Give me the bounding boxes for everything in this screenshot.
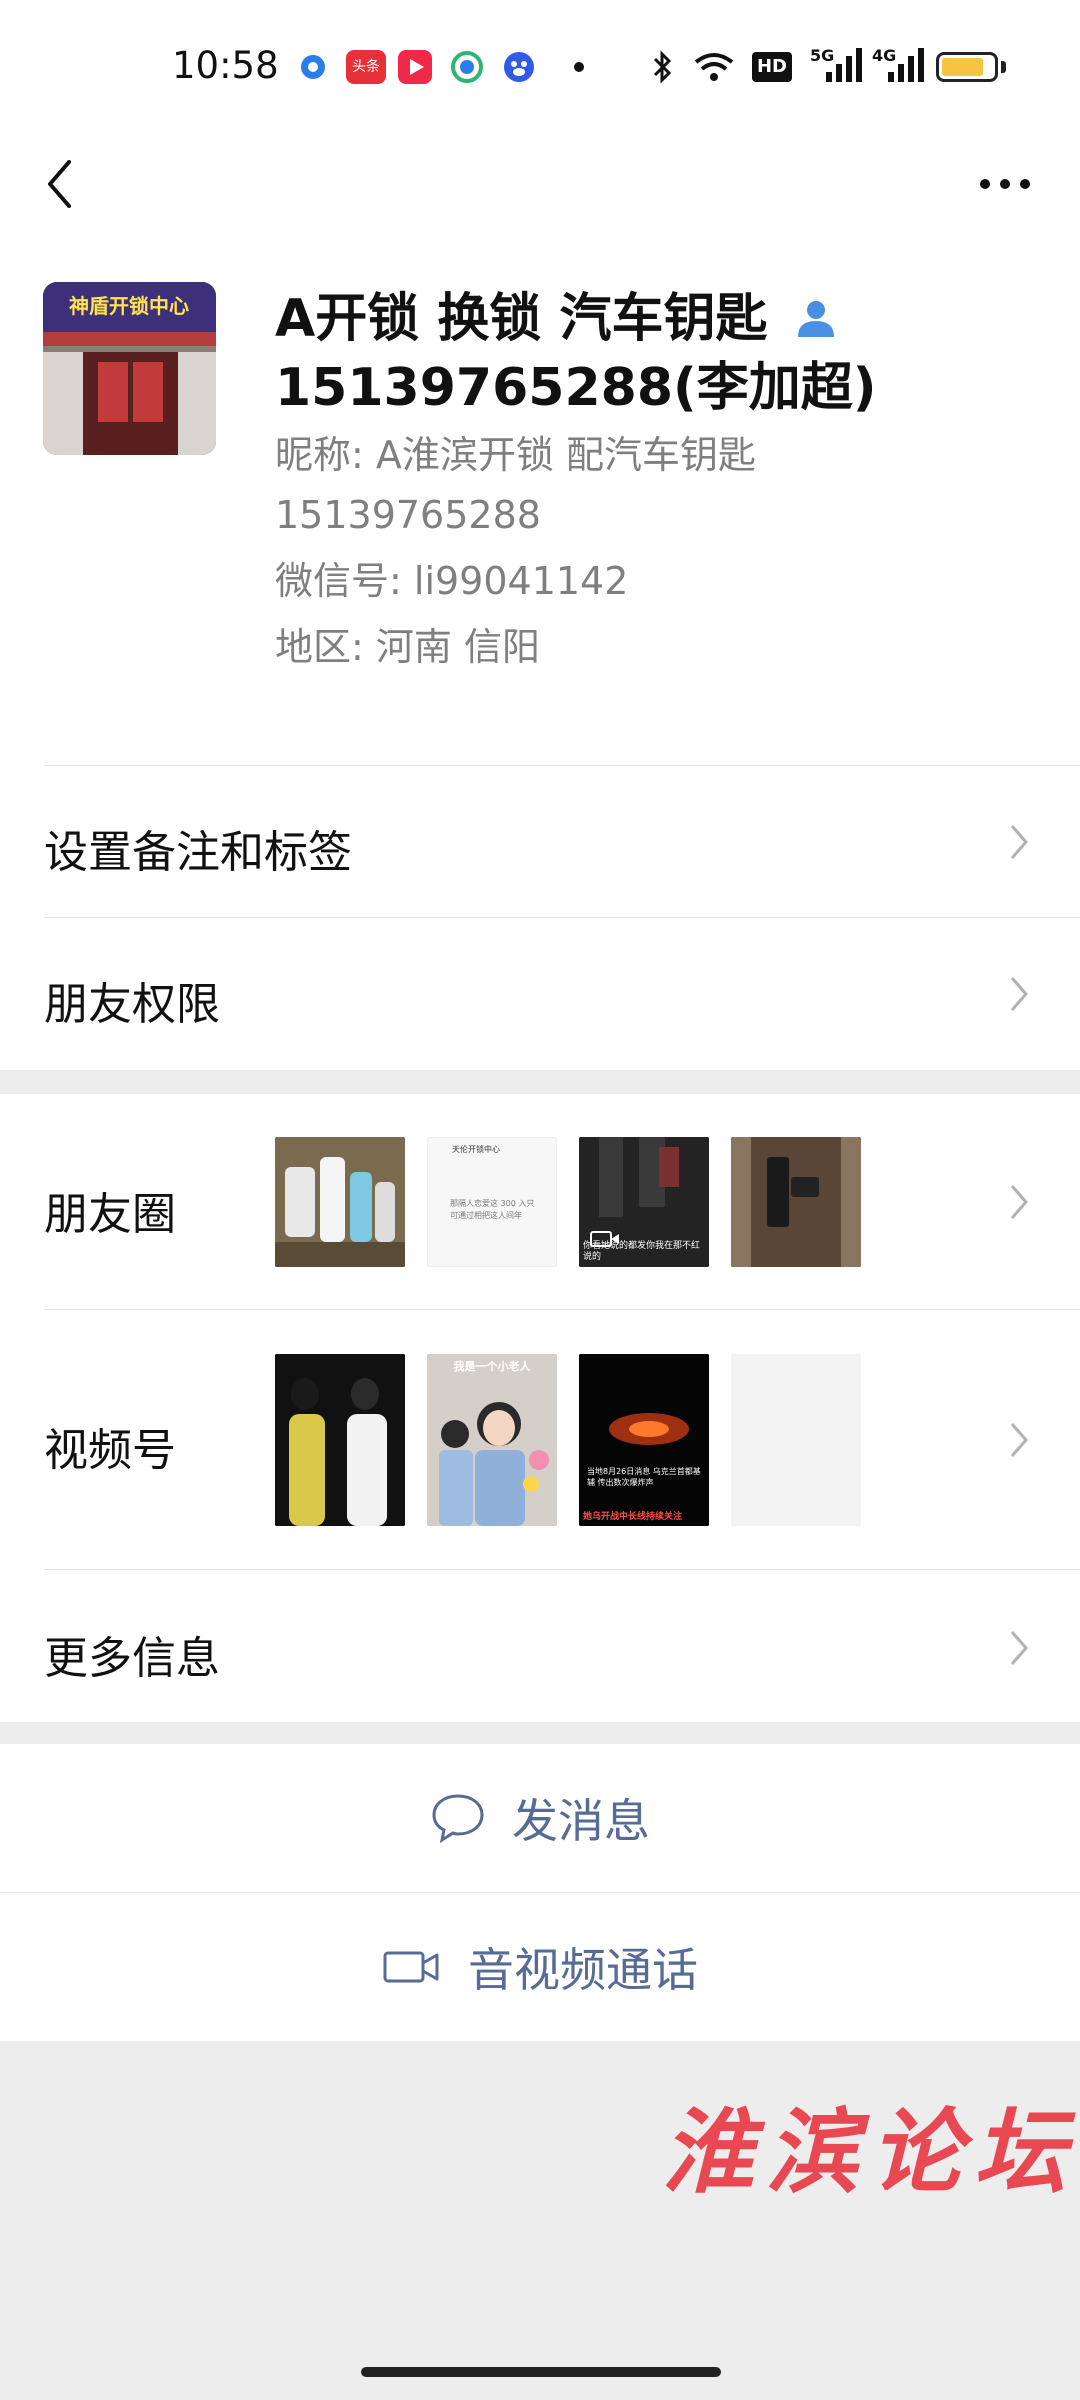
more-dots-icon <box>980 179 1030 189</box>
watermark: 淮滨论坛 <box>662 2098 1079 2206</box>
thumb-caption: 我是一个小老人 <box>453 1360 531 1373</box>
video-app-icon <box>398 50 432 84</box>
remark-tags-label: 设置备注和标签 <box>44 827 352 878</box>
chevron-right-icon <box>1010 977 1028 1011</box>
channels-thumb <box>275 1354 405 1526</box>
moments-thumb: 天伦开锁中心 那隔人恋爱这 300 入只可通过相把这人间年 <box>427 1137 557 1267</box>
friend-permissions-label: 朋友权限 <box>44 979 220 1030</box>
moments-row[interactable]: 朋友圈 天伦开锁中心 那隔人恋爱这 300 入只可通过相把这人间年 你看她说的都… <box>0 1094 1080 1310</box>
moments-thumb <box>275 1137 405 1267</box>
region: 地区: 河南 信阳 <box>275 625 540 669</box>
chevron-right-icon <box>1010 1185 1028 1219</box>
signal-4g-icon: 4G <box>872 46 926 88</box>
thumb-caption: 你看她说的都发你我在那不红说的 <box>583 1241 701 1262</box>
avatar-sign-text: 神盾开锁中心 <box>69 294 189 318</box>
chevron-left-icon <box>48 160 71 208</box>
display-name-line2: 15139765288(李加超) <box>275 358 877 418</box>
bluetooth-icon <box>650 50 674 88</box>
baidu-icon <box>502 50 536 84</box>
header <box>0 136 1080 256</box>
send-message-button[interactable]: 发消息 <box>0 1744 1080 1892</box>
channels-thumb: 我是一个小老人 <box>427 1354 557 1526</box>
video-call-button[interactable]: 音视频通话 <box>0 1893 1080 2041</box>
send-message-label: 发消息 <box>512 1794 650 1848</box>
friend-permissions-row[interactable]: 朋友权限 <box>0 918 1080 1070</box>
wechat-id: 微信号: li99041142 <box>275 559 629 603</box>
hd-label: HD <box>756 56 787 77</box>
status-bar: 10:58 头条 HD 5G 4G <box>0 0 1080 136</box>
back-button[interactable] <box>30 148 90 220</box>
profile-card: 神盾开锁中心 A开锁 换锁 汽车钥匙 15139765288(李加超) 昵称: … <box>0 256 1080 766</box>
moments-thumb: 你看她说的都发你我在那不红说的 <box>579 1137 709 1267</box>
remark-tags-row[interactable]: 设置备注和标签 <box>0 766 1080 918</box>
channels-thumb: 当地8月26日消息 乌克兰首都基辅 传出数次爆炸声 她乌开战中长线持续关注 <box>579 1354 709 1526</box>
status-time: 10:58 <box>172 44 279 87</box>
chevron-right-icon <box>1010 1631 1028 1665</box>
chat-bubble-icon <box>432 1794 484 1844</box>
5g-label: 5G <box>810 46 835 65</box>
toutiao-icon: 头条 <box>346 50 386 84</box>
battery-nub <box>1001 61 1006 73</box>
thumb-caption-bottom: 她乌开战中长线持续关注 <box>583 1512 683 1522</box>
video-camera-icon <box>383 1951 439 1983</box>
4g-label: 4G <box>872 46 897 65</box>
dot-app-icon <box>296 50 330 84</box>
moments-label: 朋友圈 <box>44 1189 176 1240</box>
chevron-right-icon <box>1010 1423 1028 1457</box>
nickname: 昵称: A淮滨开锁 配汽车钥匙 <box>275 433 756 477</box>
hd-icon: HD <box>752 52 792 82</box>
avatar[interactable]: 神盾开锁中心 <box>43 282 216 455</box>
thumb-caption-top: 当地8月26日消息 乌克兰首都基辅 传出数次爆炸声 <box>587 1467 701 1487</box>
thumb-text: 那隔人恋爱这 300 入只可通过相把这人间年 <box>450 1199 535 1220</box>
channels-thumb-placeholder <box>731 1354 861 1526</box>
more-info-row[interactable]: 更多信息 <box>0 1570 1080 1722</box>
moments-thumb <box>731 1137 861 1267</box>
browser-icon <box>450 50 484 84</box>
more-info-label: 更多信息 <box>44 1633 220 1684</box>
video-call-label: 音视频通话 <box>468 1943 698 1997</box>
home-indicator[interactable] <box>361 2367 721 2377</box>
display-name-line1: A开锁 换锁 汽车钥匙 <box>275 289 768 349</box>
display-name: A开锁 换锁 汽车钥匙 15139765288(李加超) <box>275 286 1005 421</box>
contact-person-icon <box>795 289 837 355</box>
signal-5g-icon: 5G <box>810 46 864 88</box>
more-button[interactable] <box>970 154 1040 214</box>
notification-dot-icon <box>574 62 584 72</box>
nickname-continued: 15139765288 <box>275 493 541 537</box>
channels-row[interactable]: 视频号 我是一个小老人 当地8月26日消息 乌克兰首都基辅 传出数次爆炸声 她乌… <box>0 1310 1080 1570</box>
channels-label: 视频号 <box>44 1425 176 1476</box>
battery-icon <box>936 52 998 82</box>
wifi-icon <box>692 50 736 88</box>
chevron-right-icon <box>1010 825 1028 859</box>
thumb-title: 天伦开锁中心 <box>452 1145 500 1154</box>
toutiao-label: 头条 <box>352 59 380 75</box>
